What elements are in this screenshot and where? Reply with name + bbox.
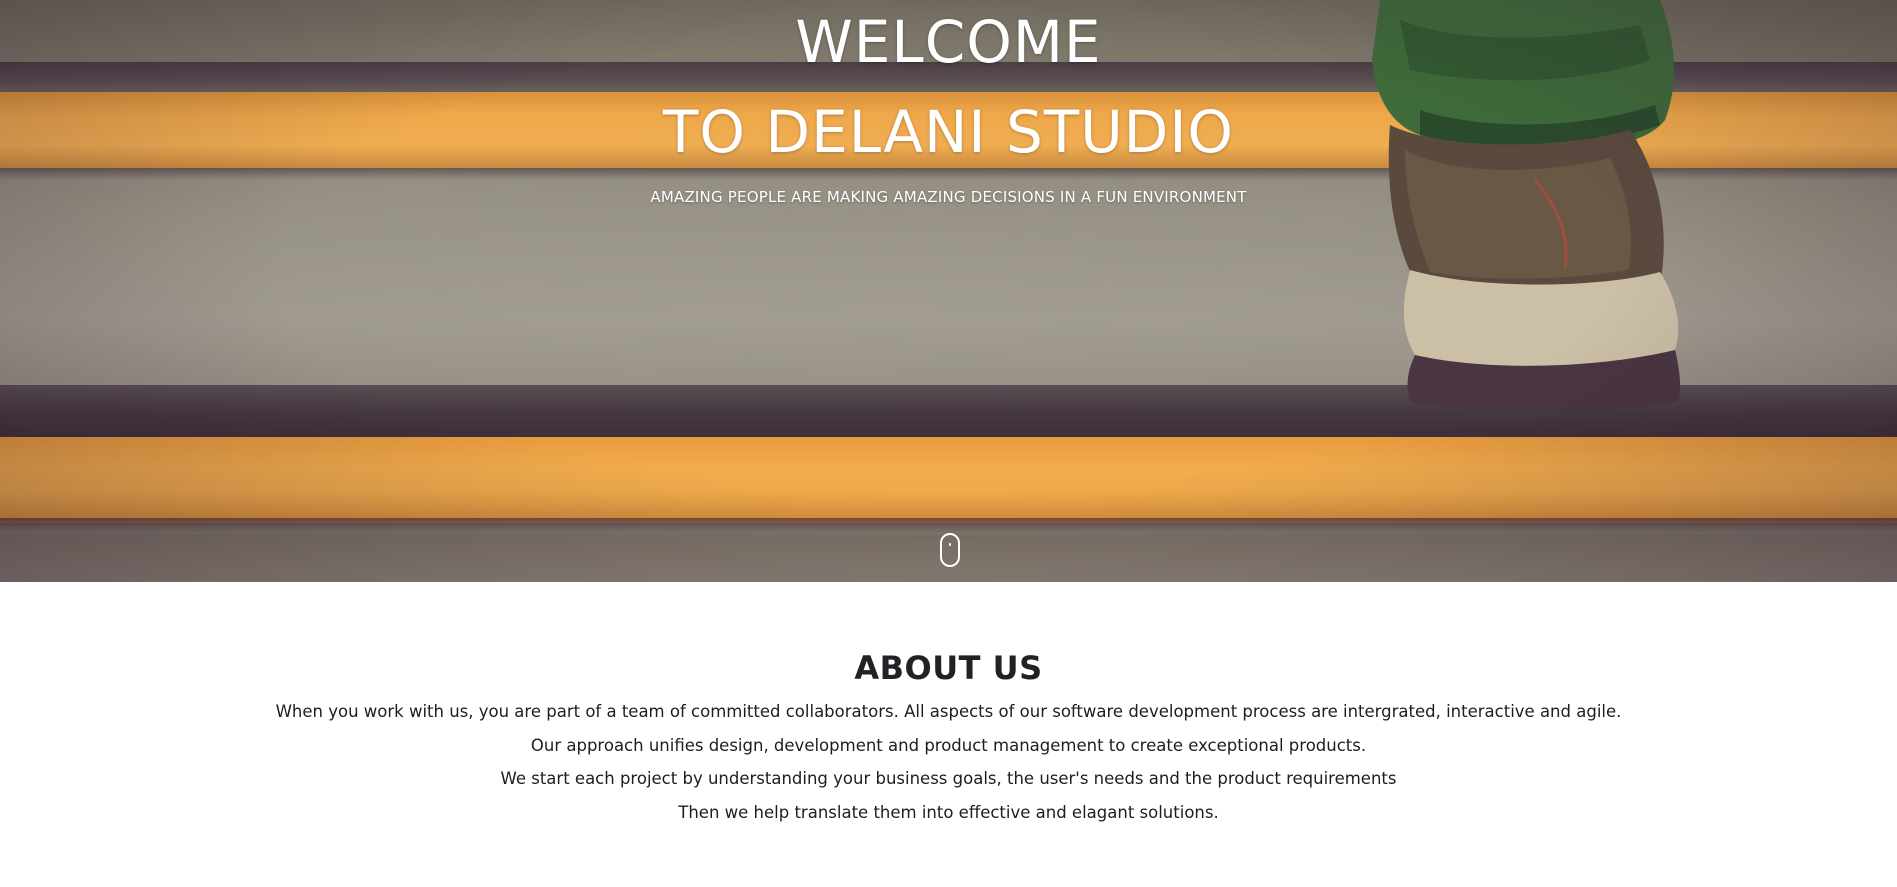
about-text-line: Our approach unifies design, development… <box>530 736 1367 755</box>
about-text-line: When you work with us, you are part of a… <box>275 702 1622 721</box>
hero-vignette <box>0 0 1897 582</box>
about-section: ABOUT US When you work with us, you are … <box>0 582 1897 887</box>
hero-title-welcome: WELCOME <box>795 8 1102 76</box>
scroll-wheel-dot <box>949 543 951 546</box>
hero-tagline: AMAZING PEOPLE ARE MAKING AMAZING DECISI… <box>650 188 1247 206</box>
mouse-scroll-icon[interactable] <box>940 533 960 567</box>
about-text-line: Then we help translate them into effecti… <box>678 803 1219 822</box>
about-text-line: We start each project by understanding y… <box>500 769 1397 788</box>
hero-title-studio: TO DELANI STUDIO <box>662 98 1235 166</box>
hero-section: WELCOME TO DELANI STUDIO AMAZING PEOPLE … <box>0 0 1897 582</box>
about-title: ABOUT US <box>854 649 1043 687</box>
